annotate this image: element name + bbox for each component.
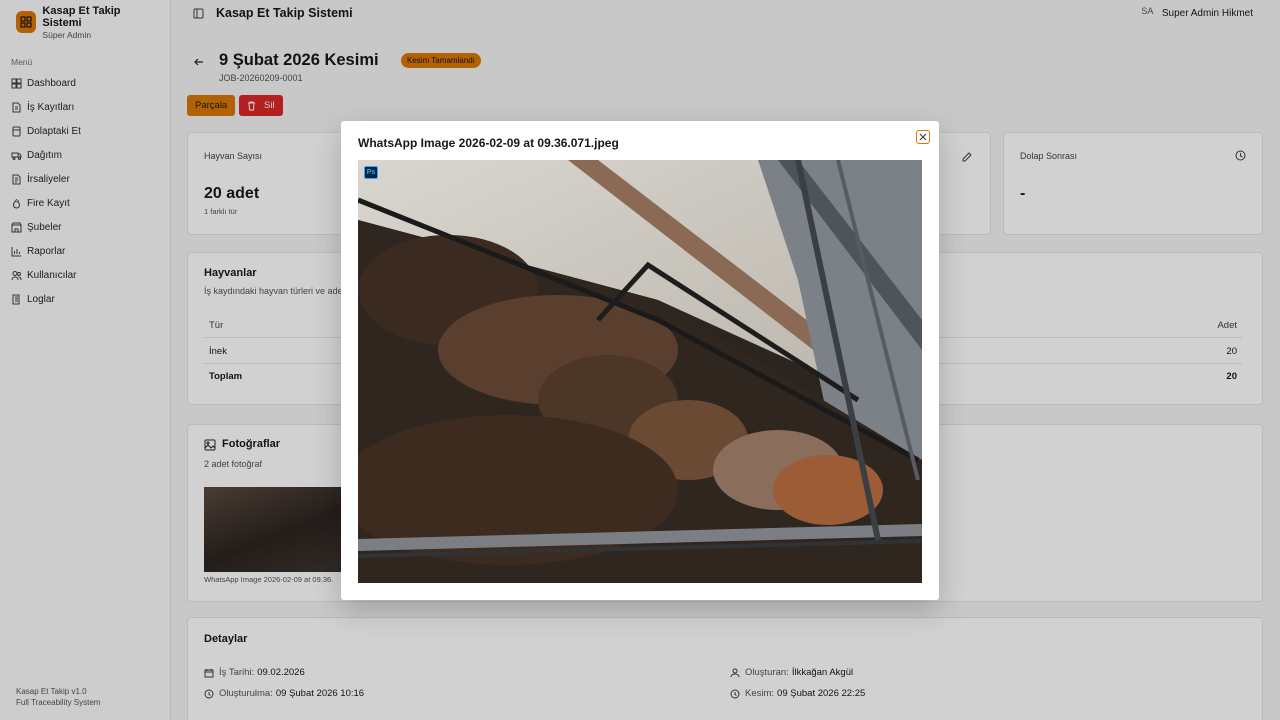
dialog-title: WhatsApp Image 2026-02-09 at 09.36.071.j…	[358, 136, 619, 150]
preview-image: Ps	[358, 160, 922, 583]
image-preview-dialog: WhatsApp Image 2026-02-09 at 09.36.071.j…	[341, 121, 939, 600]
close-icon[interactable]	[916, 130, 930, 144]
cattle-photo	[358, 160, 922, 583]
photoshop-badge: Ps	[364, 166, 378, 179]
